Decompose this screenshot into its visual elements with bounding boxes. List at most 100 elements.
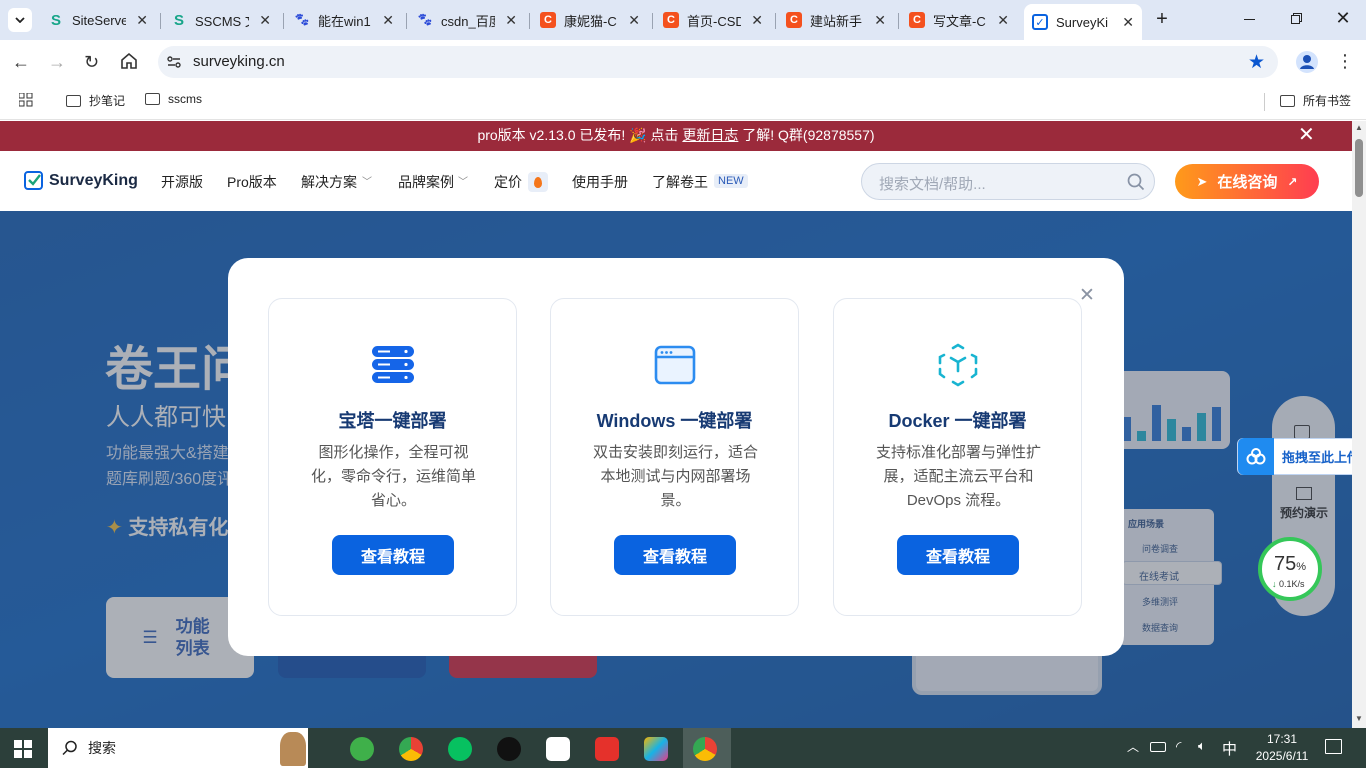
chrome-active-icon[interactable] bbox=[693, 737, 717, 761]
browser-tab[interactable]: C 康妮猫-C ✕ bbox=[532, 6, 648, 34]
banner-close-icon[interactable]: ✕ bbox=[1298, 121, 1315, 149]
view-tutorial-button[interactable]: 查看教程 bbox=[332, 535, 454, 575]
tab-separator bbox=[283, 13, 284, 29]
online-consult-button[interactable]: ➤ 在线咨询 ↗ bbox=[1175, 164, 1319, 199]
card-title: Windows 一键部署 bbox=[596, 411, 753, 431]
tab-close-icon[interactable]: ✕ bbox=[505, 12, 517, 29]
apps-grid-icon[interactable] bbox=[18, 92, 33, 107]
back-button[interactable]: ← bbox=[12, 52, 32, 72]
notification-icon[interactable] bbox=[1325, 739, 1342, 754]
tab-separator bbox=[775, 13, 776, 29]
card-description: 支持标准化部署与弹性扩展，适配主流云平台和 DevOps 流程。 bbox=[875, 444, 1041, 509]
scroll-down-arrow[interactable]: ▼ bbox=[1355, 714, 1363, 723]
browser-tab[interactable]: S SiteServer ✕ bbox=[40, 6, 156, 34]
browser-tab[interactable]: 🐾︎ csdn_百度 ✕ bbox=[409, 6, 525, 34]
search-input[interactable]: 搜索文档/帮助... bbox=[879, 173, 986, 194]
profile-avatar[interactable] bbox=[1296, 51, 1318, 73]
chrome-icon[interactable] bbox=[399, 737, 423, 761]
forward-button[interactable]: → bbox=[48, 52, 68, 72]
battery-icon[interactable] bbox=[1150, 742, 1166, 752]
start-button[interactable] bbox=[14, 740, 32, 758]
nav-about[interactable]: 了解卷王 bbox=[652, 172, 708, 192]
netdisk-icon[interactable] bbox=[546, 737, 570, 761]
wifi-icon[interactable]: ◜ bbox=[1176, 738, 1181, 755]
nav-manual[interactable]: 使用手册 bbox=[572, 172, 628, 192]
site-info-icon[interactable] bbox=[166, 54, 182, 70]
tab-search-button[interactable] bbox=[8, 8, 32, 32]
browser-tab[interactable]: C 建站新手 ✕ bbox=[778, 6, 894, 34]
restore-button[interactable] bbox=[1287, 8, 1307, 28]
tray-chevron-up-icon[interactable]: ︿ bbox=[1127, 738, 1139, 755]
new-tab-button[interactable]: + bbox=[1150, 8, 1174, 32]
cube-icon bbox=[938, 343, 978, 387]
sep-divider bbox=[1264, 93, 1265, 111]
tab-close-icon[interactable]: ✕ bbox=[136, 12, 148, 29]
tab-close-icon[interactable]: ✕ bbox=[751, 12, 763, 29]
scroll-up-arrow[interactable]: ▲ bbox=[1355, 123, 1363, 132]
speed-percent: 75 bbox=[1274, 553, 1297, 575]
bookmark-folder-notes[interactable]: 抄笔记 bbox=[66, 92, 125, 109]
drag-upload-widget[interactable]: 拖拽至此上传 bbox=[1237, 438, 1352, 475]
bookmark-star-icon[interactable]: ★ bbox=[1248, 51, 1265, 74]
volume-icon[interactable]: 🔈︎ bbox=[1198, 738, 1206, 754]
site-logo[interactable]: SurveyKing bbox=[24, 171, 138, 190]
home-button[interactable] bbox=[120, 52, 140, 72]
reload-button[interactable]: ↻ bbox=[84, 52, 104, 72]
browser-tab[interactable]: ✓ SurveyKi ✕ bbox=[1024, 4, 1142, 40]
home-icon bbox=[121, 52, 137, 69]
minimize-button[interactable] bbox=[1240, 8, 1260, 28]
banner-text-before: pro版本 v2.13.0 已发布! 🎉 点击 bbox=[477, 127, 683, 143]
tab-title: SurveyKi bbox=[1056, 14, 1109, 30]
close-window-button[interactable]: ✕ bbox=[1333, 8, 1353, 28]
browser-tab[interactable]: C 写文章-C ✕ bbox=[901, 6, 1017, 34]
siteserver-favicon-icon: S bbox=[173, 11, 184, 29]
nav-solutions[interactable]: 解决方案 bbox=[301, 172, 357, 192]
view-tutorial-button[interactable]: 查看教程 bbox=[897, 535, 1019, 575]
office-tiles-icon[interactable] bbox=[644, 737, 668, 761]
tab-title: csdn_百度 bbox=[441, 13, 496, 29]
browser-tab[interactable]: S SSCMS 文 ✕ bbox=[163, 6, 279, 34]
url-text[interactable]: surveyking.cn bbox=[193, 53, 285, 70]
wps-icon[interactable] bbox=[595, 737, 619, 761]
tab-close-icon[interactable]: ✕ bbox=[874, 12, 886, 29]
surveyking-favicon-icon: ✓ bbox=[1032, 14, 1048, 30]
taskbar-search-box[interactable]: 搜索 bbox=[48, 728, 308, 768]
tab-close-icon[interactable]: ✕ bbox=[259, 12, 271, 29]
address-bar[interactable]: surveyking.cn ★ bbox=[158, 46, 1278, 78]
all-bookmarks-folder[interactable]: 所有书签 bbox=[1280, 92, 1351, 109]
nav-pricing[interactable]: 定价 bbox=[494, 172, 522, 192]
tab-close-icon[interactable]: ✕ bbox=[382, 12, 394, 29]
wechat-icon[interactable] bbox=[448, 737, 472, 761]
nav-cases[interactable]: 品牌案例 bbox=[398, 172, 454, 192]
bookmark-label: 抄笔记 bbox=[89, 94, 126, 108]
modal-close-icon[interactable]: ✕ bbox=[1079, 284, 1095, 307]
bookmark-folder-sscms[interactable]: sscms bbox=[145, 92, 202, 106]
bookmarks-bar: 抄笔记 sscms 所有书签 bbox=[0, 84, 1366, 120]
banner-text-after: 了解! Q群(92878557) bbox=[738, 127, 875, 143]
search-box[interactable]: 搜索文档/帮助... bbox=[861, 163, 1155, 200]
tab-close-icon[interactable]: ✕ bbox=[628, 12, 640, 29]
tab-separator bbox=[406, 13, 407, 29]
browser-menu-button[interactable]: ⋮ bbox=[1336, 52, 1354, 72]
browser-tab[interactable]: 🐾︎ 能在win1 ✕ bbox=[286, 6, 402, 34]
tab-close-icon[interactable]: ✕ bbox=[1122, 14, 1134, 31]
browser-tab[interactable]: C 首页-CSD ✕ bbox=[655, 6, 771, 34]
clock[interactable]: 17:31 2025/6/11 bbox=[1247, 731, 1317, 765]
page-scrollbar[interactable]: ▲ ▼ bbox=[1352, 121, 1366, 728]
tab-close-icon[interactable]: ✕ bbox=[997, 12, 1009, 29]
qq-icon[interactable] bbox=[497, 737, 521, 761]
search-icon[interactable] bbox=[1127, 173, 1145, 191]
changelog-link[interactable]: 更新日志 bbox=[682, 127, 738, 143]
tab-title: 康妮猫-C bbox=[564, 13, 617, 29]
scroll-thumb[interactable] bbox=[1355, 139, 1363, 197]
view-tutorial-button[interactable]: 查看教程 bbox=[614, 535, 736, 575]
nav-pro[interactable]: Pro版本 bbox=[227, 172, 277, 192]
baidu-paw-icon: 🐾︎ bbox=[293, 12, 311, 27]
ime-indicator[interactable]: 中 bbox=[1222, 738, 1237, 759]
tab-separator bbox=[652, 13, 653, 29]
network-speed-meter[interactable]: 75% ↓ 0.1K/s bbox=[1258, 537, 1322, 601]
ie-icon[interactable] bbox=[350, 737, 374, 761]
csdn-favicon-icon: C bbox=[663, 12, 679, 28]
nav-open-source[interactable]: 开源版 bbox=[161, 172, 203, 192]
browser-tab-strip: S SiteServer ✕ S SSCMS 文 ✕ 🐾︎ 能在win1 ✕ 🐾︎ csdn_百度 ✕… bbox=[0, 0, 1366, 40]
